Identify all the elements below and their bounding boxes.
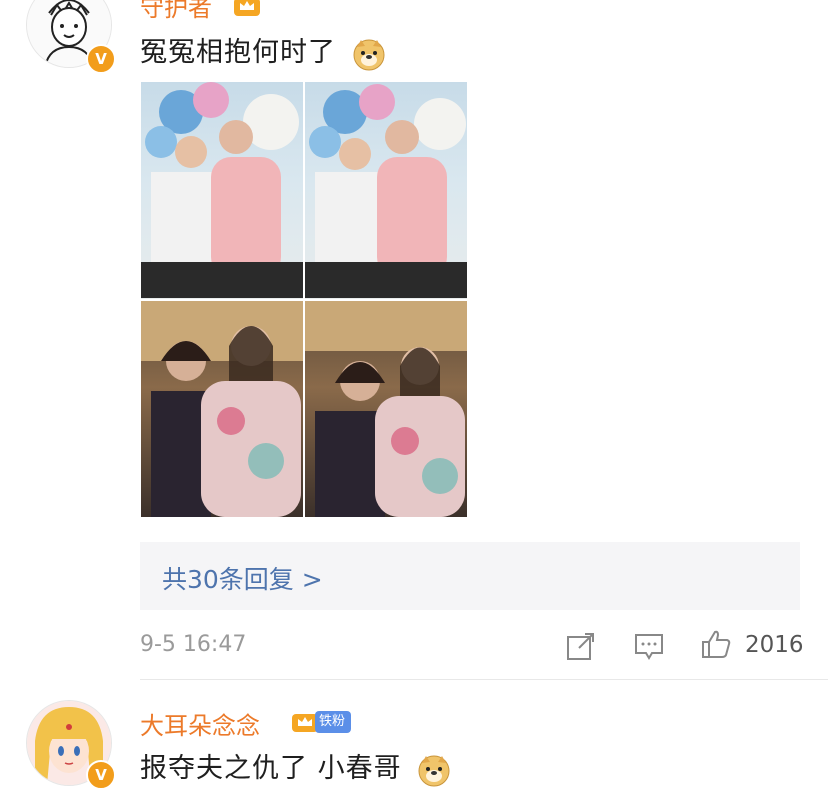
fan-badge: 铁粉 xyxy=(315,711,352,733)
username[interactable]: 大耳朵念念 xyxy=(140,706,260,741)
comment-divider xyxy=(140,679,828,680)
image-grid xyxy=(141,82,467,517)
like-count: 2016 xyxy=(745,632,804,658)
comment-text: 冤冤相抱何时了 xyxy=(140,30,386,71)
photo-thumbnail[interactable] xyxy=(305,300,467,517)
verified-badge-icon: V xyxy=(86,44,116,74)
comment-timestamp: 9-5 16:47 xyxy=(140,632,247,657)
photo-thumbnail[interactable] xyxy=(305,82,467,299)
comment-body: 冤冤相抱何时了 xyxy=(140,37,336,68)
replies-box[interactable]: 共30条回复 > xyxy=(140,542,800,610)
doge-emoji-icon xyxy=(418,755,450,786)
view-replies-link[interactable]: 共30条回复 > xyxy=(162,560,323,596)
comment-icon[interactable] xyxy=(633,630,665,662)
comment-body: 报夺夫之仇了 小春哥 xyxy=(140,753,402,784)
username[interactable]: 守护者 xyxy=(140,0,212,23)
thumbs-up-icon[interactable] xyxy=(700,628,732,660)
photo-thumbnail[interactable] xyxy=(141,300,303,517)
photo-thumbnail[interactable] xyxy=(141,82,303,299)
doge-emoji-icon xyxy=(353,39,385,70)
verified-badge-icon: V xyxy=(86,760,116,790)
comment-text: 报夺夫之仇了 小春哥 xyxy=(140,746,451,787)
fan-badge-label: 铁粉 xyxy=(319,714,346,729)
share-icon[interactable] xyxy=(565,630,597,662)
crown-badge-icon xyxy=(234,0,260,16)
